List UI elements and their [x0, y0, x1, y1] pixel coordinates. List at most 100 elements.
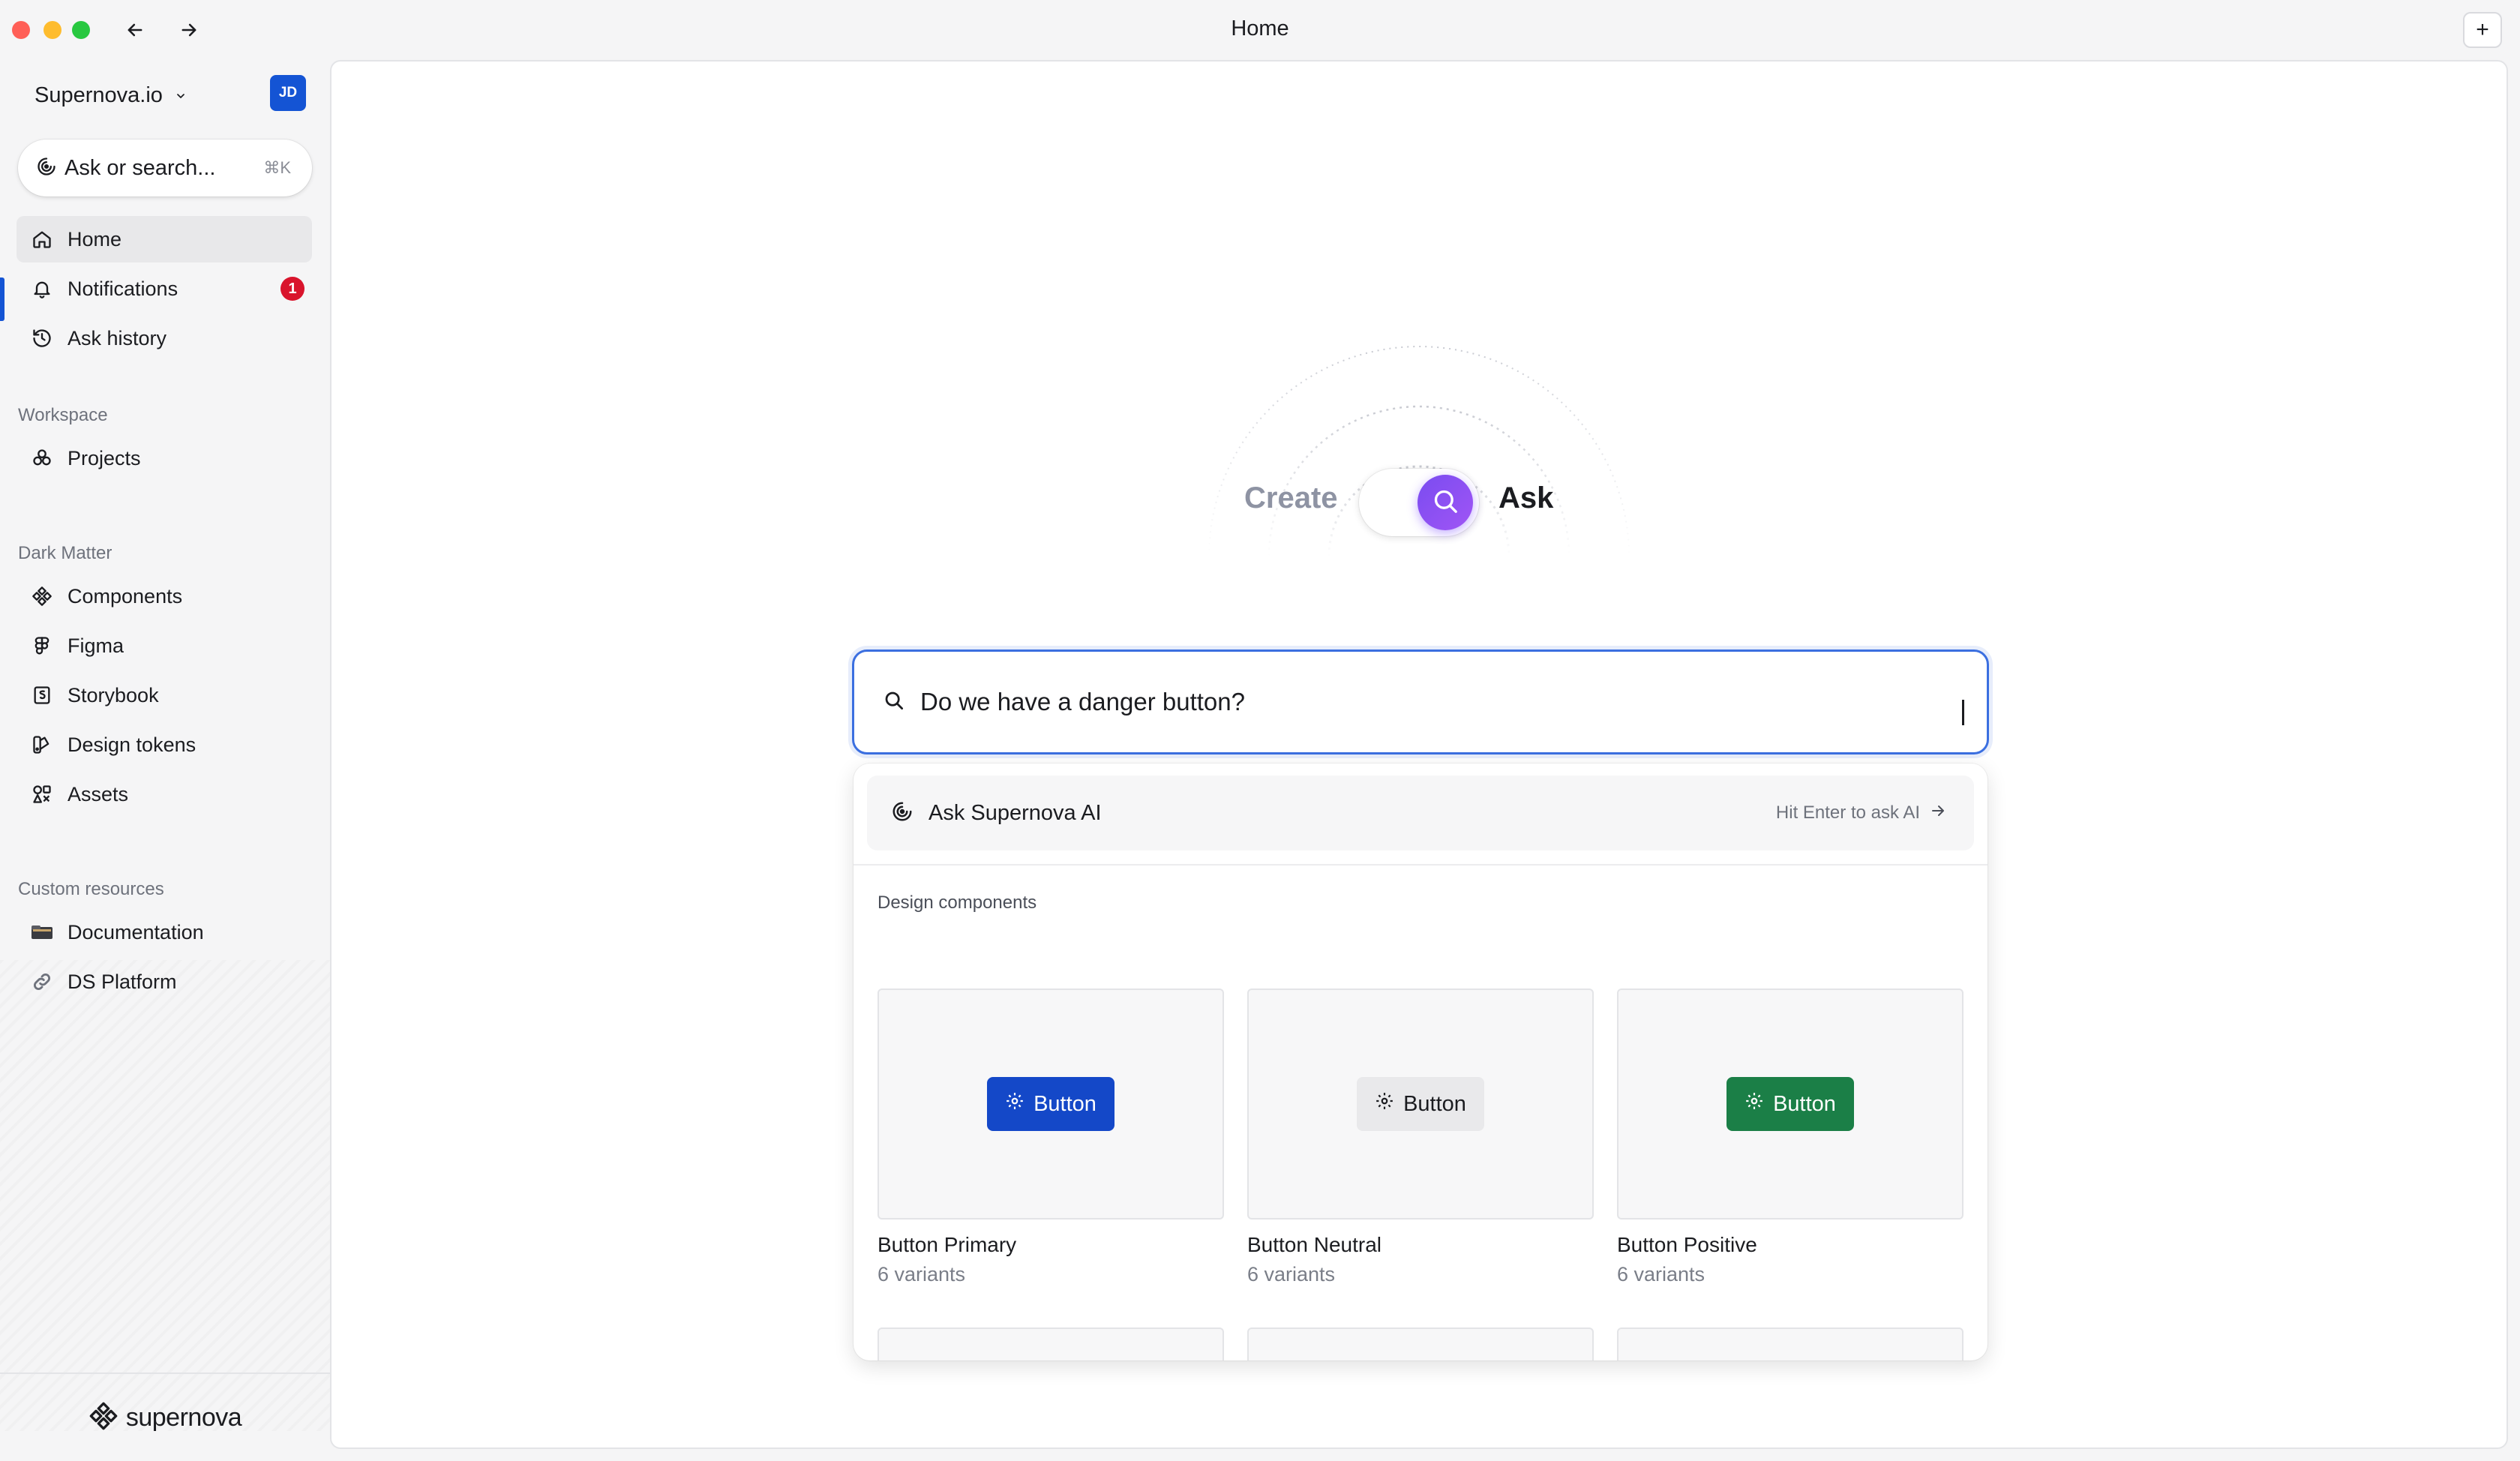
component-card-button-neutral[interactable]: Button Button Neutral 6 variants [1247, 988, 1594, 1286]
radar-rings-decoration [1208, 346, 1630, 557]
text-caret [1962, 700, 1964, 725]
supernova-logo-icon [88, 1401, 118, 1435]
component-card-button-positive[interactable]: Button Button Positive 6 variants [1617, 988, 1964, 1286]
sidebar-item-storybook[interactable]: Storybook [16, 672, 312, 718]
create-ask-toggle[interactable] [1359, 469, 1479, 536]
section-label-workspace: Workspace [18, 405, 108, 425]
sidebar-item-label: Assets [68, 782, 129, 806]
supernova-ai-icon [891, 800, 914, 826]
component-title: Button Neutral [1247, 1233, 1382, 1256]
workspace-name: Supernova.io [34, 82, 163, 107]
avatar[interactable]: JD [270, 75, 306, 111]
component-variants: 6 variants [878, 1263, 966, 1286]
sidebar-item-label: Components [68, 584, 183, 608]
sidebar-item-label: Documentation [68, 920, 204, 944]
component-card-partial[interactable] [878, 1328, 1224, 1360]
chevron-down-icon [175, 83, 187, 108]
search-icon [883, 689, 905, 716]
sidebar-item-home[interactable]: Home [16, 216, 312, 262]
main-panel: Create Ask Ask Supernova AI Hit Enter to… [330, 60, 2508, 1449]
sidebar-item-components[interactable]: Components [16, 573, 312, 620]
sidebar-footer: supernova [0, 1372, 330, 1461]
component-card-partial[interactable] [1247, 1328, 1594, 1360]
arrow-right-icon [1929, 802, 1947, 825]
documentation-icon [30, 920, 54, 944]
component-preview: Button [878, 988, 1224, 1220]
notification-count-badge: 1 [280, 277, 304, 301]
enter-hint-text: Hit Enter to ask AI [1775, 802, 1920, 823]
dark-matter-nav: Components Figma Storybook Design tokens… [16, 573, 312, 820]
component-preview: Button [1247, 988, 1594, 1220]
window-title: Home [1231, 16, 1289, 40]
sidebar: Supernova.io JD Ask or search... ⌘K Home… [0, 60, 330, 1461]
component-preview: Button [1617, 988, 1964, 1220]
sidebar-item-label: DS Platform [68, 970, 177, 993]
components-icon [30, 584, 54, 608]
design-tokens-icon [30, 733, 54, 757]
preview-button-primary: Button [987, 1077, 1114, 1131]
sidebar-item-label: Notifications [68, 277, 178, 300]
assets-icon [30, 782, 54, 806]
component-variants: 6 variants [1247, 1263, 1336, 1286]
supernova-ai-icon [36, 156, 57, 181]
create-mode-label[interactable]: Create [1244, 482, 1338, 515]
ask-input[interactable] [920, 688, 1895, 716]
title-bar: Home + [0, 0, 2520, 60]
sidebar-item-notifications[interactable]: Notifications 1 [16, 266, 312, 312]
preview-button-positive: Button [1726, 1077, 1854, 1131]
sidebar-item-design-tokens[interactable]: Design tokens [16, 722, 312, 768]
component-title: Button Primary [878, 1233, 1017, 1256]
enter-hint: Hit Enter to ask AI [1776, 802, 1947, 825]
brand-wordmark: supernova [125, 1402, 242, 1432]
sidebar-item-documentation[interactable]: Documentation [16, 909, 312, 956]
sidebar-item-assets[interactable]: Assets [16, 771, 312, 818]
toggle-knob [1418, 475, 1473, 530]
design-components-heading: Design components [878, 892, 1037, 913]
storybook-icon [30, 683, 54, 707]
keyboard-shortcut: ⌘K [263, 158, 291, 177]
suggestions-dropdown: Ask Supernova AI Hit Enter to ask AI Des… [854, 764, 1988, 1360]
sidebar-item-label: Storybook [68, 683, 159, 706]
section-label-custom-resources: Custom resources [18, 879, 164, 899]
preview-button-label: Button [1034, 1091, 1096, 1116]
figma-icon [30, 634, 54, 658]
bell-icon [30, 277, 54, 301]
sidebar-item-label: Design tokens [68, 733, 196, 756]
ask-mode-label[interactable]: Ask [1498, 482, 1553, 515]
ask-or-search-button[interactable]: Ask or search... ⌘K [18, 140, 312, 196]
gear-icon [1375, 1091, 1394, 1117]
sidebar-item-label: Home [68, 227, 122, 250]
sidebar-item-projects[interactable]: Projects [16, 435, 312, 482]
sidebar-item-label: Projects [68, 446, 141, 470]
gear-icon [1744, 1091, 1764, 1117]
preview-button-neutral: Button [1357, 1077, 1484, 1131]
sidebar-item-ds-platform[interactable]: DS Platform [16, 958, 312, 1005]
ask-input-field[interactable] [852, 650, 1989, 754]
custom-resources-nav: Documentation DS Platform [16, 909, 312, 1008]
link-icon [30, 970, 54, 994]
gear-icon [1005, 1091, 1024, 1117]
projects-icon [30, 446, 54, 470]
section-label-dark-matter: Dark Matter [18, 543, 112, 563]
sidebar-item-label: Ask history [68, 326, 167, 350]
plus-icon: + [2476, 17, 2489, 42]
active-indicator [0, 278, 4, 321]
component-card-partial[interactable] [1617, 1328, 1964, 1360]
workspace-switcher[interactable]: Supernova.io [34, 76, 187, 114]
sidebar-item-label: Figma [68, 634, 124, 657]
workspace-nav: Projects [16, 435, 312, 484]
preview-button-label: Button [1403, 1091, 1466, 1116]
new-tab-button[interactable]: + [2463, 12, 2502, 48]
sidebar-item-figma[interactable]: Figma [16, 622, 312, 669]
search-icon [1430, 486, 1460, 520]
component-variants: 6 variants [1617, 1263, 1706, 1286]
primary-nav: Home Notifications 1 Ask history [16, 216, 312, 364]
ask-ai-label: Ask Supernova AI [928, 800, 1102, 825]
history-icon [30, 326, 54, 350]
ask-supernova-ai-option[interactable]: Ask Supernova AI Hit Enter to ask AI [867, 776, 1974, 850]
search-placeholder: Ask or search... [64, 155, 216, 180]
sidebar-item-ask-history[interactable]: Ask history [16, 315, 312, 362]
preview-button-label: Button [1773, 1091, 1836, 1116]
component-card-button-primary[interactable]: Button Button Primary 6 variants [878, 988, 1224, 1286]
divider [854, 864, 1988, 866]
